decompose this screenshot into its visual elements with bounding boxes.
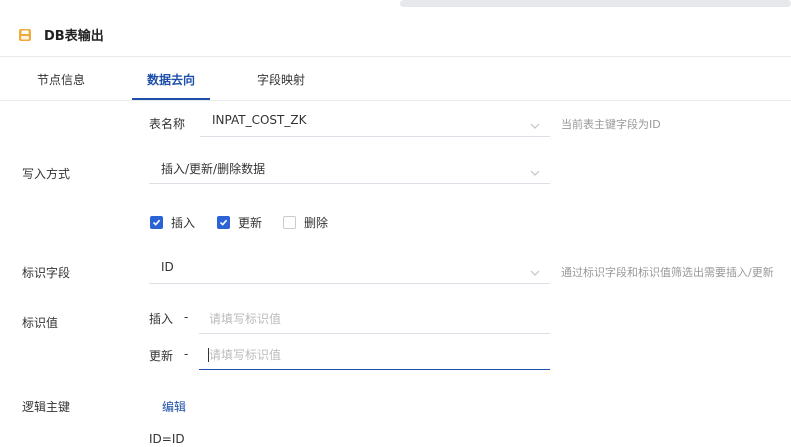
write-mode-value: 插入/更新/删除数据	[161, 162, 266, 176]
panel-header: DB表输出	[0, 12, 791, 57]
update-id-value-input[interactable]	[199, 341, 550, 370]
insert-id-value-field[interactable]	[199, 305, 550, 333]
id-value-insert-label: 插入	[149, 312, 174, 326]
logic-key-label: 逻辑主键	[22, 400, 71, 414]
id-value-update-label: 更新	[149, 349, 174, 363]
id-value-label: 标识值	[22, 316, 59, 330]
write-mode-select[interactable]: 插入/更新/删除数据	[149, 153, 550, 184]
delete-checkbox-label: 删除	[304, 216, 329, 230]
delete-checkbox[interactable]: 删除	[283, 214, 328, 231]
text-cursor	[208, 348, 209, 362]
table-name-value: INPAT_COST_ZK	[212, 113, 307, 127]
active-tab-indicator	[132, 98, 210, 100]
table-name-label: 表名称	[149, 117, 186, 131]
checkbox-checked-icon	[217, 216, 230, 229]
id-field-select[interactable]: ID	[149, 253, 550, 284]
horizontal-scrollbar[interactable]	[400, 0, 791, 7]
id-value-insert-dash: -	[184, 310, 189, 324]
chevron-down-icon	[530, 116, 540, 129]
insert-id-value-input[interactable]	[199, 305, 550, 334]
update-id-value-field[interactable]	[199, 341, 550, 369]
panel-title: DB表输出	[44, 29, 104, 44]
table-name-select[interactable]: INPAT_COST_ZK	[200, 106, 550, 137]
top-bar	[0, 0, 791, 10]
tab-data-destination[interactable]: 数据去向	[147, 71, 195, 88]
id-field-label: 标识字段	[22, 266, 71, 280]
chevron-down-icon	[530, 163, 540, 176]
primary-key-hint: 当前表主键字段为ID	[561, 118, 661, 131]
id-value-update-dash: -	[184, 347, 189, 361]
insert-checkbox[interactable]: 插入	[150, 214, 195, 231]
update-checkbox-label: 更新	[238, 216, 263, 230]
id-field-value: ID	[161, 260, 174, 274]
write-mode-label: 写入方式	[22, 167, 71, 181]
insert-checkbox-label: 插入	[171, 216, 196, 230]
edit-logic-key-link[interactable]: 编辑	[162, 398, 186, 415]
id-field-hint: 通过标识字段和标识值筛选出需要插入/更新	[561, 266, 774, 279]
logic-key-value: ID=ID	[149, 432, 185, 446]
tab-bar: 节点信息 数据去向 字段映射	[0, 57, 791, 101]
db-output-icon	[18, 27, 32, 41]
chevron-down-icon	[530, 263, 540, 276]
update-checkbox[interactable]: 更新	[217, 214, 262, 231]
tab-node-info[interactable]: 节点信息	[37, 71, 85, 88]
checkbox-checked-icon	[150, 216, 163, 229]
checkbox-unchecked-icon	[283, 216, 296, 229]
tab-field-mapping[interactable]: 字段映射	[257, 71, 305, 88]
